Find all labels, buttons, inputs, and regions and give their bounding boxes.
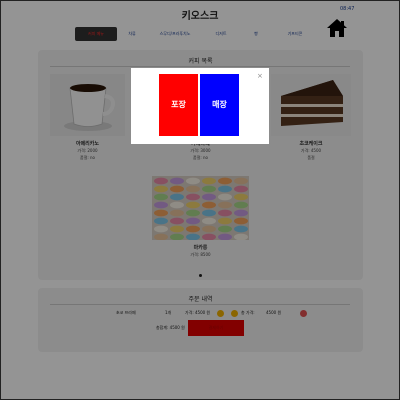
close-icon[interactable]: ×	[257, 72, 263, 80]
takeout-button[interactable]: 포장	[159, 74, 198, 136]
dine-in-button[interactable]: 매장	[200, 74, 239, 136]
dine-option-modal: × 포장 매장	[131, 68, 269, 144]
kiosk-page: 키오스크 08:47 커피 메뉴 차류 스무디/프라푸치노 디저트 빵 기프티콘…	[0, 0, 400, 400]
modal-backdrop[interactable]	[0, 0, 400, 400]
